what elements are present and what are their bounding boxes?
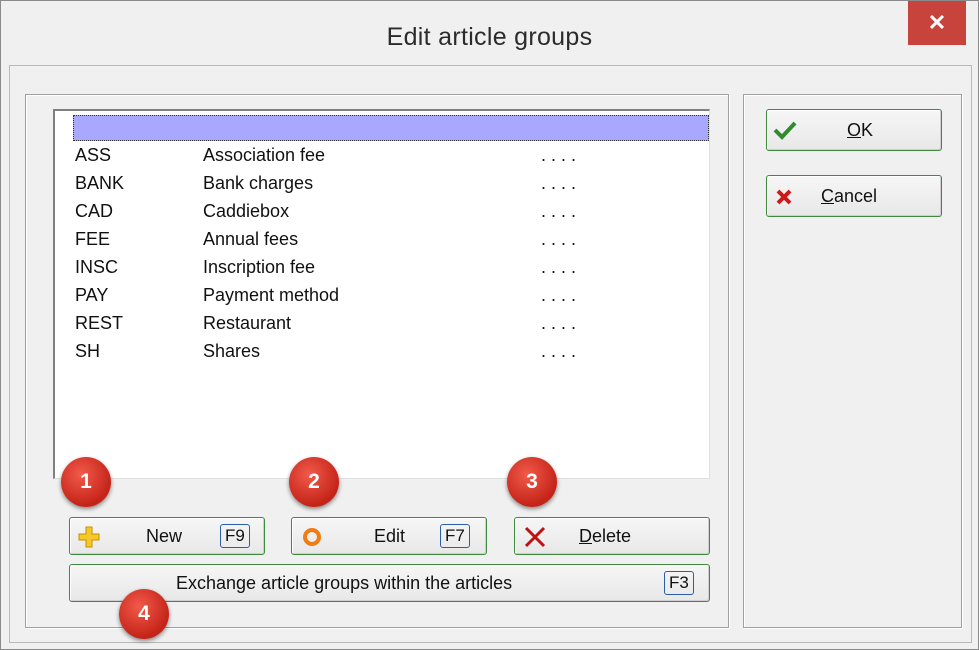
badge-number: 3 (526, 470, 538, 493)
list-item-dots: . . . . (541, 285, 577, 305)
cancel-label-rest: ancel (834, 186, 878, 206)
list-item-dots: . . . . (541, 173, 577, 193)
list-item-description: Payment method (203, 285, 340, 305)
window-title: Edit article groups (386, 23, 593, 51)
list-item-code: PAY (75, 285, 109, 305)
delete-button-label: Delete (579, 526, 631, 547)
list-item-description: Shares (203, 341, 261, 361)
exchange-article-groups-button[interactable]: Exchange article groups within the artic… (69, 564, 710, 602)
close-icon: ✕ (927, 10, 947, 35)
list-item-dots: . . . . (541, 229, 577, 249)
delete-mnemonic: D (579, 526, 592, 546)
list-item-code: CAD (75, 201, 114, 221)
article-groups-list[interactable]: ASS Association fee . . . . BANK Bank ch… (53, 109, 710, 479)
list-item[interactable]: ASS Association fee . . . . (73, 145, 693, 173)
ok-mnemonic: O (847, 120, 862, 140)
list-item-dots: . . . . (541, 313, 577, 333)
new-shortcut-key: F9 (220, 524, 250, 548)
list-item[interactable]: SH Shares . . . . (73, 341, 693, 369)
new-button-label: New (146, 526, 183, 546)
list-item-code: REST (75, 313, 124, 333)
list-item-code: FEE (75, 229, 111, 249)
list-item-code: SH (75, 341, 101, 361)
new-button[interactable]: New F9 (69, 517, 265, 555)
red-x-icon (776, 189, 792, 205)
cancel-button[interactable]: Cancel (766, 175, 942, 217)
callout-badge-4: 4 (119, 589, 169, 639)
edit-button[interactable]: Edit F7 (291, 517, 487, 555)
circle-icon (303, 528, 321, 546)
list-item[interactable]: BANK Bank charges . . . . (73, 173, 693, 201)
list-item[interactable]: FEE Annual fees . . . . (73, 229, 693, 257)
delete-label-rest: elete (592, 526, 632, 546)
dialog-window: Edit article groups ✕ ASS Association fe… (0, 0, 979, 650)
badge-number: 4 (138, 602, 150, 625)
x-icon (524, 526, 546, 548)
exchange-shortcut-key: F3 (664, 571, 694, 595)
list-selected-row[interactable] (73, 115, 709, 141)
ok-label-rest: K (861, 120, 874, 140)
callout-badge-3: 3 (507, 457, 557, 507)
list-item-code: BANK (75, 173, 125, 193)
list-item[interactable]: INSC Inscription fee . . . . (73, 257, 693, 285)
ok-button-label: OK (847, 120, 873, 141)
list-item-dots: . . . . (541, 201, 577, 221)
cancel-mnemonic: C (821, 186, 834, 206)
plus-icon (78, 526, 100, 548)
list-item-code: ASS (75, 145, 112, 165)
edit-shortcut-key: F7 (440, 524, 470, 548)
ok-button[interactable]: OK (766, 109, 942, 151)
list-item-description: Restaurant (203, 313, 292, 333)
list-item-code: INSC (75, 257, 119, 277)
list-item-dots: . . . . (541, 341, 577, 361)
list-item-description: Association fee (203, 145, 326, 165)
list-item-description: Inscription fee (203, 257, 316, 277)
list-item-description: Caddiebox (203, 201, 290, 221)
edit-button-label: Edit (374, 526, 406, 546)
list-item-description: Annual fees (203, 229, 299, 249)
callout-badge-2: 2 (289, 457, 339, 507)
list-item[interactable]: REST Restaurant . . . . (73, 313, 693, 341)
badge-number: 1 (80, 470, 92, 493)
delete-button[interactable]: Delete (514, 517, 710, 555)
list-item-dots: . . . . (541, 145, 577, 165)
cancel-button-label: Cancel (821, 186, 877, 207)
list-item[interactable]: CAD Caddiebox . . . . (73, 201, 693, 229)
list-item[interactable]: PAY Payment method . . . . (73, 285, 693, 313)
exchange-button-label: Exchange article groups within the artic… (176, 573, 513, 593)
badge-number: 2 (308, 470, 320, 493)
list-item-description: Bank charges (203, 173, 314, 193)
list-item-dots: . . . . (541, 257, 577, 277)
callout-badge-1: 1 (61, 457, 111, 507)
checkmark-icon (773, 121, 797, 140)
close-button[interactable]: ✕ (908, 1, 966, 45)
